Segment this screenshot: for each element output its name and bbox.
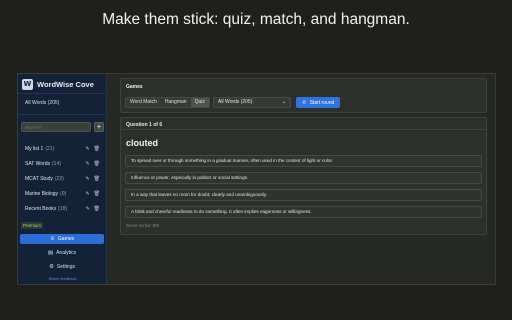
nav-settings[interactable]: ⚙ Settings <box>20 262 104 272</box>
list-item[interactable]: MCAT Study (22) ✎ 🗑 <box>25 175 103 183</box>
score-text: Score so far: 0/0 <box>126 223 160 228</box>
quiz-panel: Question 1 of 6 clouted To spread over o… <box>120 117 487 235</box>
edit-icon[interactable]: ✎ <box>85 191 89 197</box>
answer-option[interactable]: A brisk and cheerful readiness to do som… <box>125 206 482 218</box>
add-list-button[interactable]: + <box>94 122 104 132</box>
list-item[interactable]: Marine Biology (0) ✎ 🗑 <box>25 190 103 198</box>
list-name: MCAT Study <box>25 176 53 182</box>
answer-option[interactable]: Influence or power, especially in politi… <box>125 172 482 184</box>
edit-icon[interactable]: ✎ <box>85 146 89 152</box>
list-count: (14) <box>52 161 61 167</box>
list-count: (18) <box>58 206 68 212</box>
premium-label: Premium <box>21 222 44 229</box>
divider <box>18 93 107 94</box>
trash-icon[interactable]: 🗑 <box>94 176 100 182</box>
share-feedback-link[interactable]: Share feedback <box>18 276 107 281</box>
trash-icon[interactable]: 🗑 <box>94 161 100 167</box>
edit-icon[interactable]: ✎ <box>85 161 89 167</box>
nav-games[interactable]: ♕ Games <box>20 234 104 244</box>
list-count: (0) <box>60 191 67 197</box>
edit-icon[interactable]: ✎ <box>85 206 89 212</box>
game-tabs: Word Match Hangman Quiz <box>125 97 210 108</box>
trophy-icon: ♕ <box>49 236 55 242</box>
answer-option[interactable]: To spread over or through something in a… <box>125 155 482 167</box>
new-list-input[interactable] <box>21 122 91 132</box>
chart-icon: ▤ <box>47 250 54 256</box>
nav-label: Analytics <box>56 250 77 256</box>
list-name: Marine Biology <box>25 191 59 197</box>
answer-option[interactable]: In a way that leaves no room for doubt; … <box>125 189 482 201</box>
list-item[interactable]: SAT Words (14) ✎ 🗑 <box>25 160 103 168</box>
trash-icon[interactable]: 🗑 <box>94 206 100 212</box>
brand-name: WordWise Cove <box>37 80 94 89</box>
quiz-word: clouted <box>126 138 159 148</box>
nav-label: Settings <box>56 264 75 270</box>
headline: Make them stick: quiz, match, and hangma… <box>102 11 410 28</box>
list-item[interactable]: Recent Books (18) ✎ 🗑 <box>25 205 103 213</box>
chevron-down-icon: ⌄ <box>281 99 286 105</box>
games-panel: Games Word Match Hangman Quiz All Words … <box>120 78 487 113</box>
divider <box>121 129 486 130</box>
list-name: My list 1 <box>25 146 44 152</box>
brand: W WordWise Cove <box>22 79 94 90</box>
divider <box>18 114 107 115</box>
gear-icon: ⚙ <box>48 264 54 270</box>
tab-quiz[interactable]: Quiz <box>190 98 209 107</box>
edit-icon[interactable]: ✎ <box>85 176 89 182</box>
tab-hangman[interactable]: Hangman <box>161 98 191 107</box>
list-count: (21) <box>45 146 55 152</box>
sidebar: W WordWise Cove All Words (205) + My lis… <box>18 74 107 284</box>
question-number: Question 1 of 6 <box>126 122 163 128</box>
trash-icon[interactable]: 🗑 <box>94 191 100 197</box>
trophy-icon: ♕ <box>301 99 307 106</box>
app-window: W WordWise Cove All Words (205) + My lis… <box>17 73 496 285</box>
panel-title: Games <box>126 84 143 90</box>
sidebar-item-all-words[interactable]: All Words (205) <box>25 100 59 106</box>
start-label: Start round <box>309 99 335 106</box>
select-value: All Words (205) <box>218 99 253 105</box>
trash-icon[interactable]: 🗑 <box>94 146 100 152</box>
list-item[interactable]: My list 1 (21) ✎ 🗑 <box>25 145 103 153</box>
start-round-button[interactable]: ♕ Start round <box>296 97 340 108</box>
word-list-select[interactable]: All Words (205) ⌄ <box>213 97 291 108</box>
nav-label: Games <box>57 236 75 242</box>
list-count: (22) <box>54 176 64 182</box>
nav-analytics[interactable]: ▤ Analytics <box>20 248 104 258</box>
tab-word-match[interactable]: Word Match <box>126 98 161 107</box>
logo-icon: W <box>22 79 33 90</box>
list-name: Recent Books <box>25 206 57 212</box>
list-name: SAT Words <box>25 161 51 167</box>
